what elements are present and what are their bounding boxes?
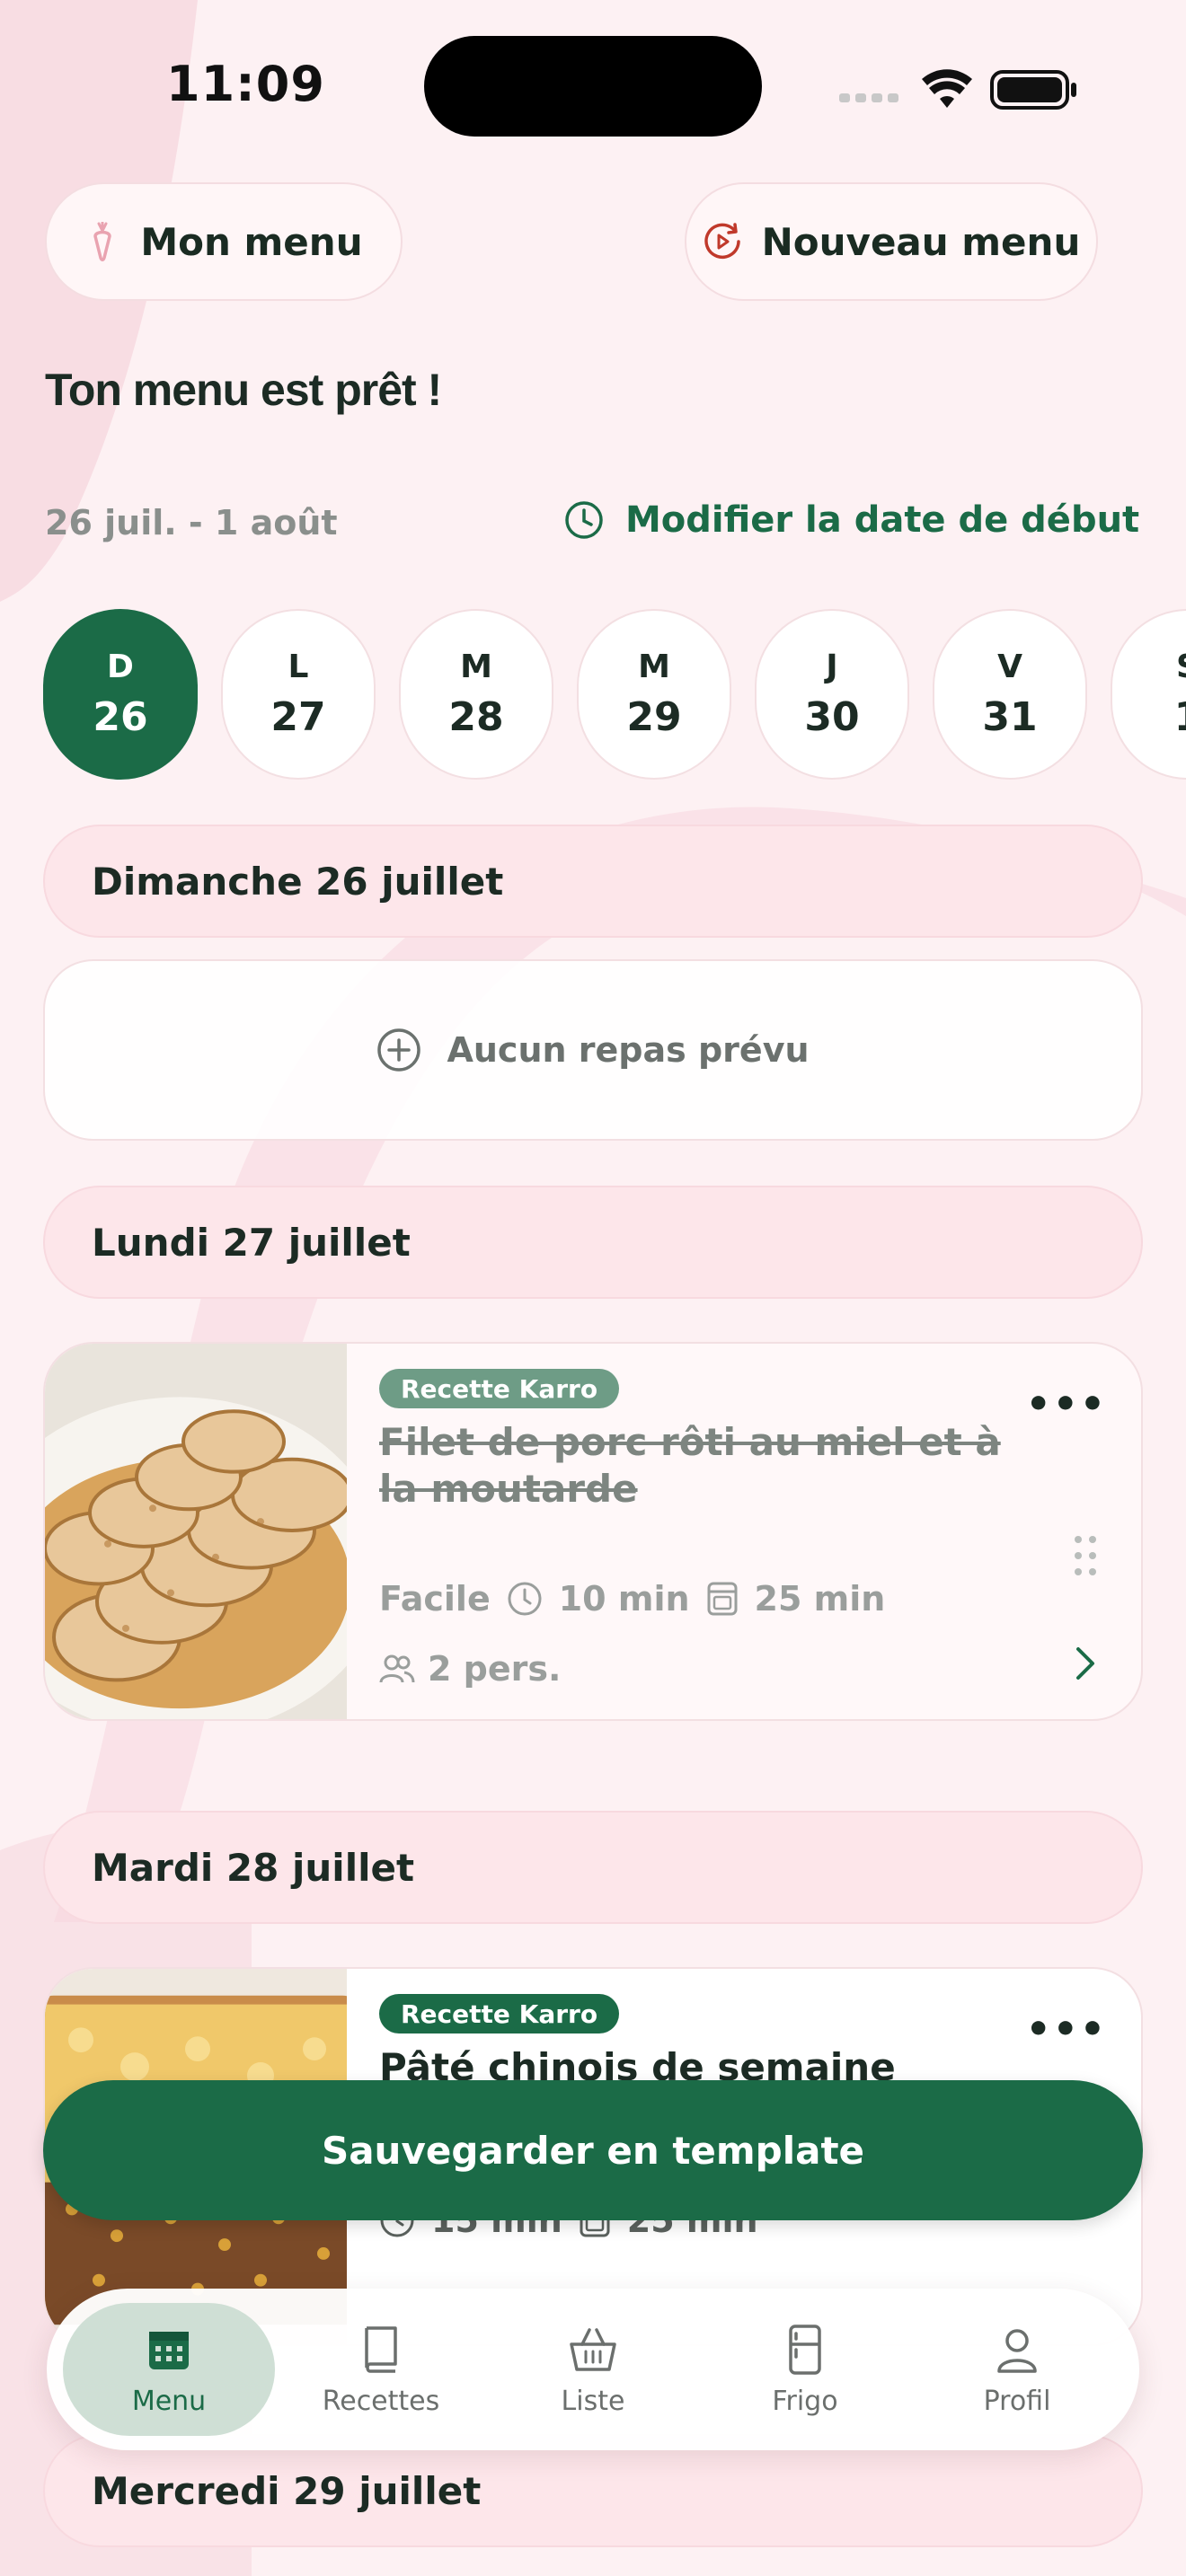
day-number: 28 [448, 694, 504, 740]
day-selector: D26 L27 M28 M29 J30 V31 S1 [43, 609, 1186, 780]
day-number: 31 [982, 694, 1038, 740]
recipe-source-badge: Recette Karro [379, 1994, 620, 2033]
servings-row: 2 pers. [379, 1649, 561, 1689]
signal-icon [839, 93, 898, 102]
tab-label: Menu [131, 2385, 207, 2417]
more-options-icon[interactable]: ••• [1026, 2010, 1107, 2050]
recipe-source-badge: Recette Karro [379, 1369, 620, 1408]
day-pill-1[interactable]: S1 [1111, 609, 1186, 780]
day-section-header: Lundi 27 juillet [43, 1186, 1143, 1299]
day-number: 1 [1174, 694, 1186, 740]
bottom-tab-bar: Menu Recettes Liste Frigo Profil [47, 2289, 1139, 2450]
carrot-icon [93, 222, 112, 261]
save-as-template-button[interactable]: Sauvegarder en template [43, 2080, 1143, 2220]
modify-start-date-link[interactable]: Modifier la date de début [564, 499, 1139, 541]
oven-icon [707, 1582, 738, 1616]
day-letter: L [288, 648, 309, 685]
day-number: 27 [270, 694, 326, 740]
refresh-play-icon [704, 223, 740, 260]
tab-liste[interactable]: Liste [487, 2303, 699, 2436]
battery-icon [990, 70, 1076, 110]
cook-time: 25 min [754, 1579, 886, 1619]
day-letter: V [997, 648, 1022, 685]
clock-icon [565, 501, 603, 539]
tab-label: Recettes [322, 2385, 440, 2417]
day-number: 26 [93, 694, 148, 740]
empty-meal-label: Aucun repas prévu [447, 1030, 810, 1070]
difficulty-label: Facile [379, 1579, 491, 1619]
day-number: 30 [804, 694, 860, 740]
recipe-card[interactable]: Recette Karro Filet de porc rôti au miel… [43, 1342, 1143, 1721]
day-letter: D [107, 648, 134, 685]
recipe-image-pork [45, 1344, 347, 1719]
day-pill-30[interactable]: J 30 [755, 609, 909, 780]
book-icon [365, 2325, 397, 2373]
basket-icon [570, 2327, 616, 2371]
servings: 2 pers. [428, 1649, 562, 1689]
clock-icon [508, 1582, 542, 1616]
day-section-header: Mercredi 29 juillet [43, 2434, 1143, 2547]
tab-label: Frigo [772, 2385, 838, 2417]
wifi-icon [922, 69, 972, 108]
add-circle-icon [377, 1028, 421, 1072]
chevron-right-icon[interactable] [1071, 1644, 1098, 1683]
tab-recettes[interactable]: Recettes [275, 2303, 487, 2436]
modify-start-date-label: Modifier la date de début [625, 499, 1140, 541]
day-pill-27[interactable]: L 27 [221, 609, 376, 780]
status-icons [839, 69, 1076, 110]
day-number: 29 [626, 694, 682, 740]
day-pill-29[interactable]: M 29 [577, 609, 731, 780]
tab-menu[interactable]: Menu [63, 2303, 275, 2436]
prep-time: 10 min [558, 1579, 690, 1619]
tab-frigo[interactable]: Frigo [699, 2303, 911, 2436]
recipe-title: Filet de porc rôti au miel et à la mouta… [379, 1420, 1001, 1511]
date-range: 26 juil. - 1 août [45, 503, 338, 543]
tab-label: Profil [983, 2385, 1051, 2417]
day-pill-28[interactable]: M 28 [399, 609, 553, 780]
day-pill-31[interactable]: V 31 [933, 609, 1087, 780]
drag-handle-icon[interactable] [1073, 1534, 1098, 1577]
day-section-header: Dimanche 26 juillet [43, 825, 1143, 938]
fridge-icon [789, 2324, 821, 2375]
user-icon [997, 2328, 1037, 2373]
day-letter: M [638, 648, 670, 685]
tab-profil[interactable]: Profil [911, 2303, 1123, 2436]
people-icon [379, 1654, 415, 1683]
day-section-header: Mardi 28 juillet [43, 1811, 1143, 1924]
day-letter: S [1176, 648, 1186, 685]
new-menu-label: Nouveau menu [761, 219, 1081, 264]
recipe-meta: Facile 10 min 25 min [379, 1579, 885, 1619]
day-letter: M [460, 648, 492, 685]
status-time: 11:09 [166, 56, 325, 112]
day-letter: J [826, 648, 838, 685]
tab-label: Liste [561, 2385, 625, 2417]
day-pill-26[interactable]: D 26 [43, 609, 198, 780]
more-options-icon[interactable]: ••• [1026, 1385, 1107, 1425]
calendar-icon [149, 2331, 189, 2369]
dynamic-island [424, 36, 762, 137]
add-meal-card[interactable]: Aucun repas prévu [43, 959, 1143, 1141]
page-title: Ton menu est prêt ! [45, 365, 442, 415]
new-menu-button[interactable]: Nouveau menu [685, 182, 1098, 301]
my-menu-button[interactable]: Mon menu [45, 182, 403, 301]
my-menu-label: Mon menu [140, 219, 363, 264]
